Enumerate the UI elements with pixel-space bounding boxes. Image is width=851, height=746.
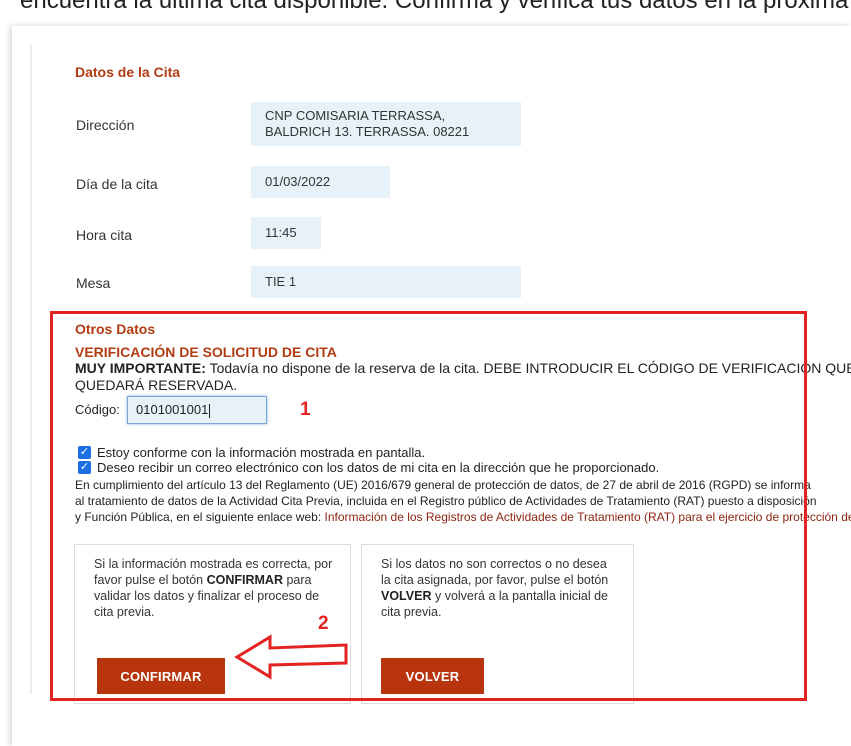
highlight-box bbox=[50, 311, 807, 701]
top-cut-text: encuentra la última cita disponible. Con… bbox=[0, 0, 851, 14]
cita-section-title: Datos de la Cita bbox=[75, 64, 180, 80]
arrow-left-icon bbox=[234, 633, 352, 683]
mesa-label: Mesa bbox=[76, 275, 110, 291]
hora-label: Hora cita bbox=[76, 227, 132, 243]
top-text: encuentra la última cita disponible. Con… bbox=[20, 0, 851, 14]
direccion-value: CNP COMISARIA TERRASSA, BALDRICH 13. TER… bbox=[251, 102, 521, 146]
left-divider bbox=[30, 44, 32, 694]
mesa-value: TIE 1 bbox=[251, 266, 521, 298]
dia-value: 01/03/2022 bbox=[251, 166, 390, 198]
hora-value: 11:45 bbox=[251, 217, 321, 249]
dia-label: Día de la cita bbox=[76, 176, 158, 192]
direccion-label: Dirección bbox=[76, 117, 134, 133]
annotation-2: 2 bbox=[318, 613, 329, 635]
